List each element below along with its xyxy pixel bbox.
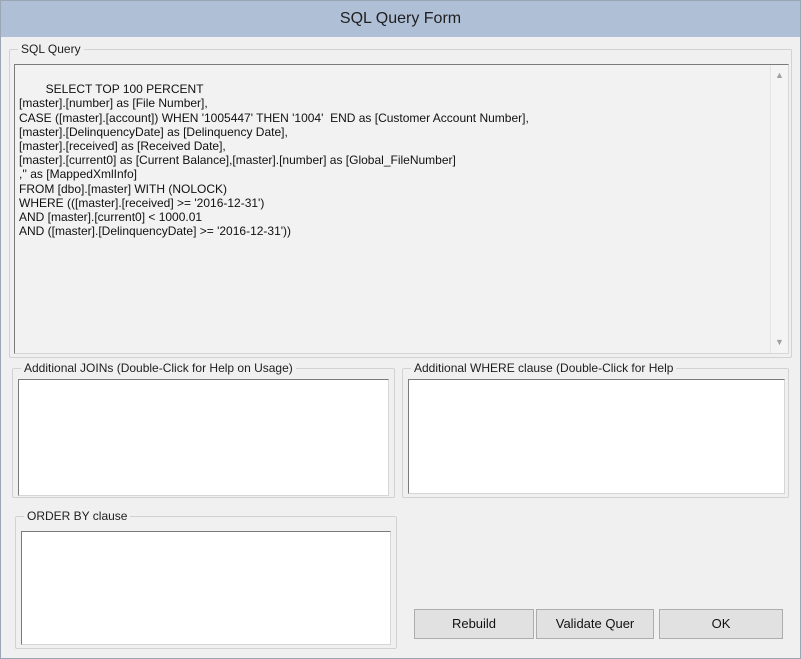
sql-query-text: SELECT TOP 100 PERCENT [master].[number]… [19, 82, 529, 239]
joins-group: Additional JOINs (Double-Click for Help … [12, 361, 395, 498]
order-by-legend: ORDER BY clause [24, 509, 131, 523]
where-legend: Additional WHERE clause (Double-Click fo… [411, 361, 677, 375]
sql-query-group: SQL Query SELECT TOP 100 PERCENT [master… [9, 42, 792, 358]
scroll-down-icon[interactable]: ▼ [771, 334, 788, 351]
joins-textarea[interactable] [18, 379, 389, 496]
form-client-area: SQL Query SELECT TOP 100 PERCENT [master… [6, 37, 795, 654]
order-by-group: ORDER BY clause [15, 509, 397, 649]
ok-button[interactable]: OK [659, 609, 783, 639]
joins-legend: Additional JOINs (Double-Click for Help … [21, 361, 296, 375]
sql-query-scrollbar[interactable]: ▲ ▼ [770, 65, 788, 353]
validate-query-button[interactable]: Validate Quer [536, 609, 654, 639]
where-group: Additional WHERE clause (Double-Click fo… [402, 361, 789, 498]
rebuild-button[interactable]: Rebuild [414, 609, 534, 639]
sql-query-legend: SQL Query [18, 42, 84, 56]
window-title: SQL Query Form [1, 1, 800, 37]
sql-query-textarea[interactable]: SELECT TOP 100 PERCENT [master].[number]… [14, 64, 789, 354]
where-textarea[interactable] [408, 379, 785, 494]
sql-query-form-window: SQL Query Form SQL Query SELECT TOP 100 … [0, 0, 801, 659]
scroll-up-icon[interactable]: ▲ [771, 67, 788, 84]
order-by-textarea[interactable] [21, 531, 391, 645]
